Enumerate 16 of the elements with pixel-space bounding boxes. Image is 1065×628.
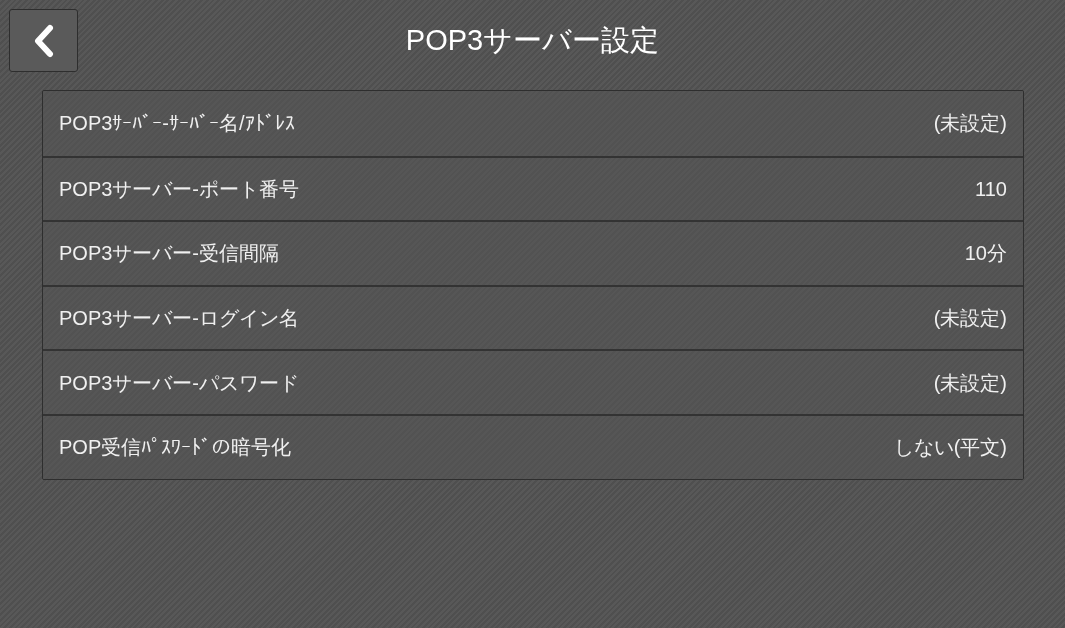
setting-value: (未設定) (933, 306, 1007, 332)
setting-label: POP3サーバー-ポート番号 (59, 176, 300, 202)
setting-value: 10分 (964, 241, 1007, 267)
setting-label: POP3ｻｰﾊﾞｰ-ｻｰﾊﾞｰ名/ｱﾄﾞﾚｽ (59, 111, 295, 137)
setting-value: 110 (975, 176, 1007, 202)
screen-title: POP3サーバー設定 (405, 23, 660, 58)
setting-label: POP受信ﾊﾟｽﾜｰﾄﾞの暗号化 (59, 435, 292, 461)
setting-row[interactable]: POP受信ﾊﾟｽﾜｰﾄﾞの暗号化 しない(平文) (43, 413, 1023, 479)
setting-value: しない(平文) (893, 435, 1007, 461)
setting-label: POP3サーバー-受信間隔 (59, 241, 280, 267)
setting-value: (未設定) (933, 370, 1007, 396)
setting-label: POP3サーバー-ログイン名 (59, 306, 300, 332)
setting-label: POP3サーバー-パスワード (59, 370, 300, 396)
back-icon (32, 23, 55, 58)
back-button[interactable] (9, 9, 78, 72)
setting-value: (未設定) (933, 111, 1007, 137)
